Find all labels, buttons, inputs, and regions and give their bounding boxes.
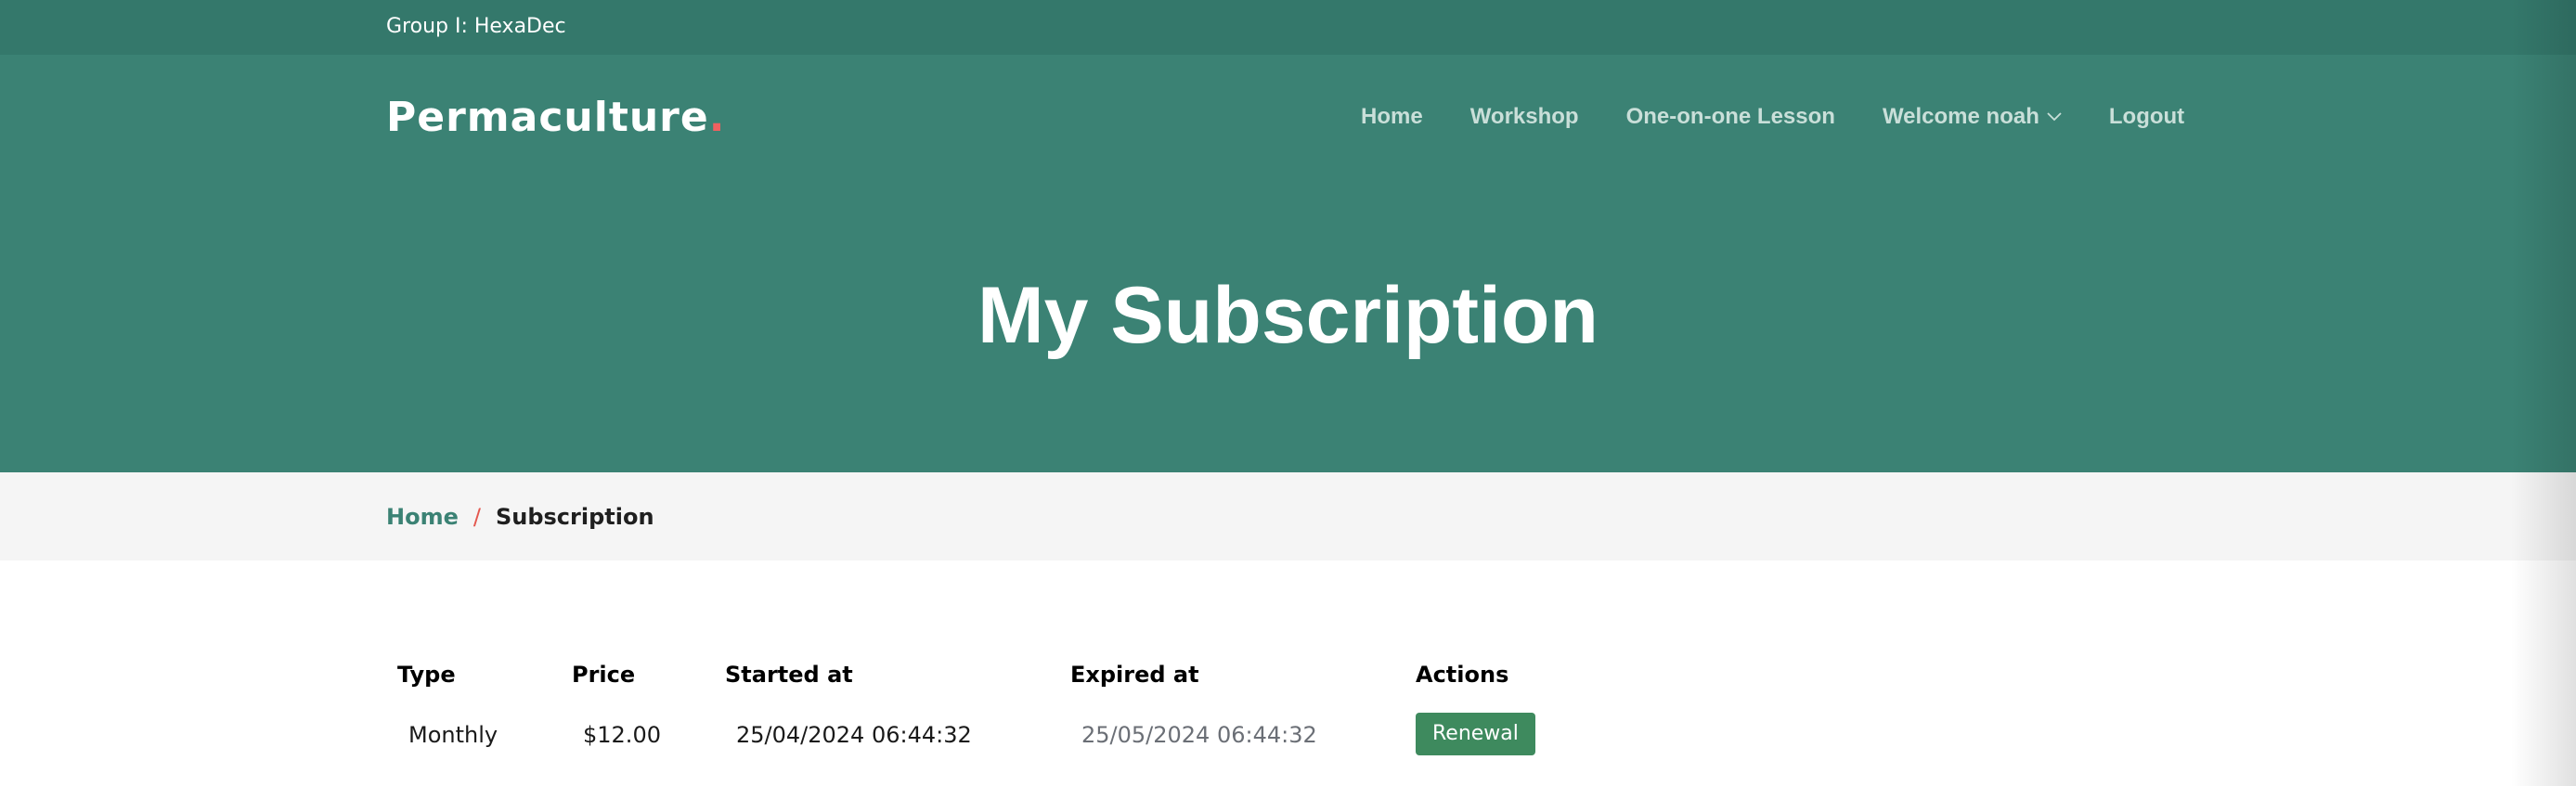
breadcrumb-current: Subscription — [495, 504, 654, 530]
nav-workshop[interactable]: Workshop — [1470, 100, 1579, 134]
cell-type: Monthly — [408, 722, 498, 748]
top-info-bar: Group I: HexaDec — [0, 0, 2576, 55]
cell-started-at: 25/04/2024 06:44:32 — [736, 722, 972, 748]
chevron-down-icon — [2047, 112, 2062, 122]
column-header-actions: Actions — [1416, 662, 1509, 688]
renewal-button[interactable]: Renewal — [1416, 713, 1535, 755]
page-title: My Subscription — [977, 271, 1599, 360]
brand-dot: . — [708, 94, 726, 141]
column-header-price: Price — [572, 662, 636, 688]
cell-price: $12.00 — [583, 722, 661, 748]
nav-home[interactable]: Home — [1361, 100, 1423, 134]
column-header-expired-at: Expired at — [1070, 662, 1199, 688]
breadcrumb-separator: / — [472, 504, 481, 530]
nav-logout[interactable]: Logout — [2109, 100, 2184, 134]
main-nav: Home Workshop One-on-one Lesson Welcome … — [1361, 100, 2184, 134]
breadcrumb-home-link[interactable]: Home — [386, 503, 459, 531]
nav-one-on-one-lesson[interactable]: One-on-one Lesson — [1626, 100, 1835, 134]
column-header-started-at: Started at — [725, 662, 853, 688]
nav-user-menu[interactable]: Welcome noah — [1883, 100, 2062, 134]
group-label: Group I: HexaDec — [386, 15, 566, 38]
breadcrumb: Home / Subscription — [386, 503, 654, 531]
brand-logo[interactable]: Permaculture. — [386, 92, 725, 144]
breadcrumb-bar: Home / Subscription — [0, 472, 2576, 561]
column-header-type: Type — [397, 662, 456, 688]
brand-name: Permaculture — [386, 94, 709, 141]
cell-expired-at: 25/05/2024 06:44:32 — [1081, 722, 1317, 748]
user-menu-label: Welcome noah — [1882, 104, 2039, 129]
